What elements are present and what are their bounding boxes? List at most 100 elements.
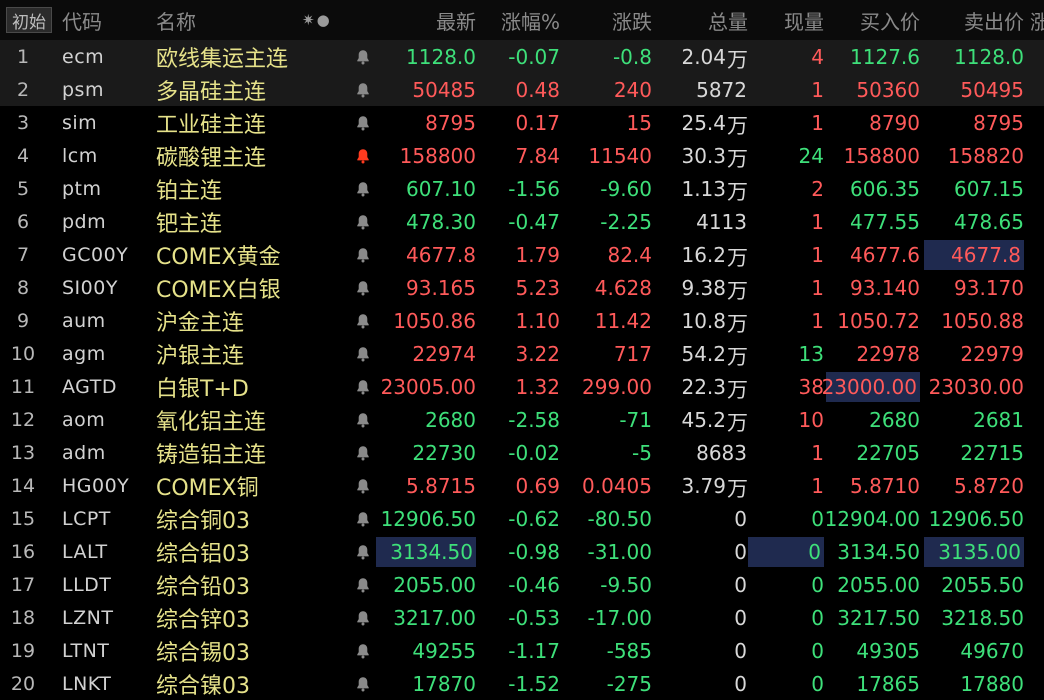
cell-code[interactable]: SI00Y — [62, 271, 150, 304]
cell-alert[interactable] — [352, 634, 374, 667]
cell-ask[interactable]: 478.65 — [924, 205, 1024, 238]
cell-bid[interactable]: 2055.00 — [826, 568, 920, 601]
cell-chg[interactable]: -5 — [560, 436, 652, 469]
bell-icon[interactable] — [356, 610, 370, 626]
cell-ask[interactable]: 158820 — [924, 139, 1024, 172]
cell-alert[interactable] — [352, 667, 374, 700]
cell-code[interactable]: psm — [62, 73, 150, 106]
cell-chg[interactable]: 299.00 — [560, 370, 652, 403]
cell-last[interactable]: 49255 — [376, 634, 476, 667]
cell-vol[interactable]: 25.4 万 — [652, 106, 748, 139]
cell-code[interactable]: lcm — [62, 139, 150, 172]
cell-last[interactable]: 23005.00 — [376, 370, 476, 403]
cell-chg[interactable]: 240 — [560, 73, 652, 106]
cell-alert[interactable] — [352, 238, 374, 271]
bell-icon[interactable] — [356, 643, 370, 659]
cell-name[interactable]: 综合铜03 — [156, 502, 352, 535]
table-row[interactable]: 8 SI00Y COMEX白银 93.165 5.23 4.628 9.38 万 1 93.140… — [0, 271, 1044, 304]
cell-ask[interactable]: 3218.50 — [924, 601, 1024, 634]
cell-bid[interactable]: 1127.6 — [826, 40, 920, 73]
cell-chg[interactable]: -80.50 — [560, 502, 652, 535]
table-row[interactable]: 19 LTNT 综合锡03 49255 -1.17 -585 0 0 49305 49670 — [0, 634, 1044, 667]
cell-ask[interactable]: 5.8720 — [924, 469, 1024, 502]
cell-ask[interactable]: 3135.00 — [924, 535, 1024, 568]
cell-chg[interactable]: 15 — [560, 106, 652, 139]
cell-name[interactable]: 综合锡03 — [156, 634, 352, 667]
col-header-pct[interactable]: 涨幅% — [476, 0, 560, 40]
cell-chg[interactable]: 0.0405 — [560, 469, 652, 502]
cell-vol[interactable]: 10.8 万 — [652, 304, 748, 337]
cell-bid[interactable]: 606.35 — [826, 172, 920, 205]
cell-vol[interactable]: 9.38 万 — [652, 271, 748, 304]
bell-icon[interactable] — [356, 280, 370, 296]
cell-ask[interactable]: 1128.0 — [924, 40, 1024, 73]
cell-alert[interactable] — [352, 469, 374, 502]
cell-chg[interactable]: 4.628 — [560, 271, 652, 304]
cell-bid[interactable]: 4677.6 — [826, 238, 920, 271]
bell-icon[interactable] — [356, 412, 370, 428]
cell-vol[interactable]: 0 — [652, 502, 748, 535]
cell-alert[interactable] — [352, 337, 374, 370]
table-row[interactable]: 15 LCPT 综合铜03 12906.50 -0.62 -80.50 0 0 12904.00… — [0, 502, 1044, 535]
cell-vol[interactable]: 54.2 万 — [652, 337, 748, 370]
cell-ask[interactable]: 2055.50 — [924, 568, 1024, 601]
cell-ask[interactable]: 22979 — [924, 337, 1024, 370]
cell-bid[interactable]: 8790 — [826, 106, 920, 139]
cell-alert[interactable] — [352, 304, 374, 337]
cell-bid[interactable]: 158800 — [826, 139, 920, 172]
bell-icon[interactable] — [356, 247, 370, 263]
cell-code[interactable]: LLDT — [62, 568, 150, 601]
cell-alert[interactable] — [352, 502, 374, 535]
cell-pct[interactable]: 3.22 — [476, 337, 560, 370]
cell-cur[interactable]: 4 — [748, 40, 824, 73]
table-row[interactable]: 1 ecm 欧线集运主连 1128.0 -0.07 -0.8 2.04 万 4 1127.6 112… — [0, 40, 1044, 73]
cell-alert[interactable] — [352, 73, 374, 106]
cell-ask[interactable]: 607.15 — [924, 172, 1024, 205]
cell-cur[interactable]: 0 — [748, 667, 824, 700]
cell-name[interactable]: 氧化铝主连 — [156, 403, 352, 436]
cell-alert[interactable] — [352, 370, 374, 403]
cell-cur[interactable]: 1 — [748, 205, 824, 238]
cell-vol[interactable]: 3.79 万 — [652, 469, 748, 502]
cell-cur[interactable]: 0 — [748, 568, 824, 601]
cell-bid[interactable]: 3134.50 — [826, 535, 920, 568]
cell-name[interactable]: 碳酸锂主连 — [156, 139, 352, 172]
cell-pct[interactable]: -0.98 — [476, 535, 560, 568]
cell-chg[interactable]: -275 — [560, 667, 652, 700]
cell-name[interactable]: 综合铅03 — [156, 568, 352, 601]
bell-icon[interactable] — [356, 445, 370, 461]
cell-name[interactable]: 综合铝03 — [156, 535, 352, 568]
cell-bid[interactable]: 2680 — [826, 403, 920, 436]
cell-code[interactable]: ptm — [62, 172, 150, 205]
col-header-edge[interactable]: 涨 — [1030, 0, 1044, 40]
cell-code[interactable]: LNKT — [62, 667, 150, 700]
cell-bid[interactable]: 22978 — [826, 337, 920, 370]
cell-last[interactable]: 8795 — [376, 106, 476, 139]
cell-ask[interactable]: 49670 — [924, 634, 1024, 667]
bell-icon[interactable] — [356, 544, 370, 560]
cell-bid[interactable]: 477.55 — [826, 205, 920, 238]
col-header-ask[interactable]: 卖出价 — [924, 0, 1024, 40]
cell-last[interactable]: 2055.00 — [376, 568, 476, 601]
cell-alert[interactable] — [352, 40, 374, 73]
cell-code[interactable]: AGTD — [62, 370, 150, 403]
cell-ask[interactable]: 17880 — [924, 667, 1024, 700]
reset-button[interactable]: 初始 — [6, 7, 52, 33]
cell-bid[interactable]: 17865 — [826, 667, 920, 700]
cell-bid[interactable]: 3217.50 — [826, 601, 920, 634]
bell-icon[interactable] — [356, 115, 370, 131]
cell-pct[interactable]: -0.47 — [476, 205, 560, 238]
col-header-cur[interactable]: 现量 — [748, 0, 824, 40]
cell-vol[interactable]: 5872 — [652, 73, 748, 106]
cell-bid[interactable]: 23000.00 — [822, 370, 920, 403]
header-settings-icon[interactable]: ✷● — [302, 0, 342, 40]
table-row[interactable]: 13 adm 铸造铝主连 22730 -0.02 -5 8683 1 22705 22715 — [0, 436, 1044, 469]
col-header-code[interactable]: 代码 — [62, 0, 150, 40]
cell-vol[interactable]: 30.3 万 — [652, 139, 748, 172]
cell-last[interactable]: 3134.50 — [376, 535, 476, 568]
cell-last[interactable]: 50485 — [376, 73, 476, 106]
cell-pct[interactable]: -0.53 — [476, 601, 560, 634]
cell-pct[interactable]: 7.84 — [476, 139, 560, 172]
table-row[interactable]: 4 lcm 碳酸锂主连 158800 7.84 11540 30.3 万 24 158800 158… — [0, 139, 1044, 172]
cell-pct[interactable]: -0.62 — [476, 502, 560, 535]
